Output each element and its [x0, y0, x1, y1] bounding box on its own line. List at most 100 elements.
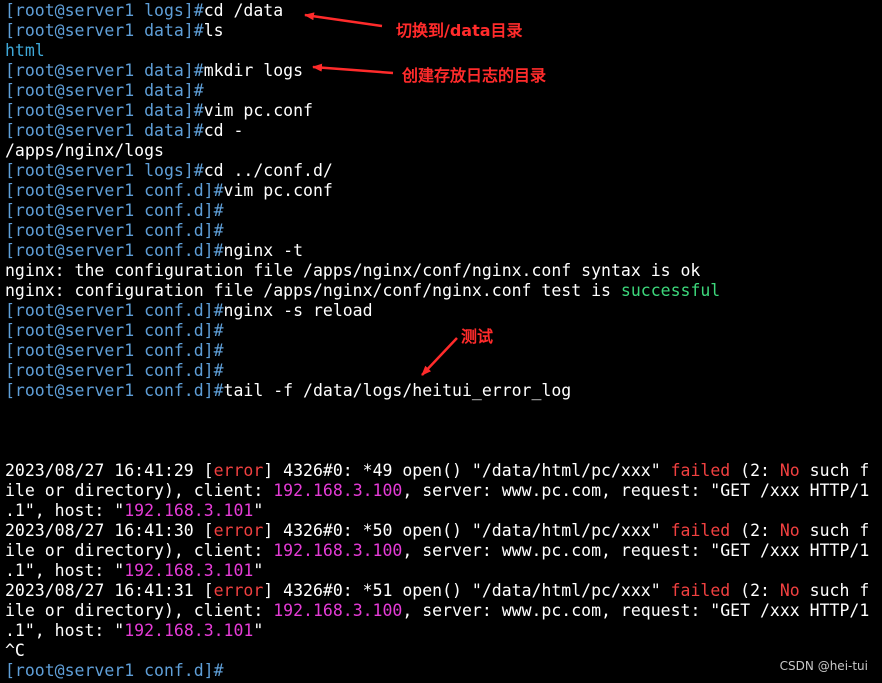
output-text: (2: — [730, 521, 780, 540]
output-text: " — [253, 561, 264, 580]
annotation-create-log-dir: 创建存放日志的目录 — [402, 66, 547, 85]
output-text: " — [253, 501, 264, 520]
shell-command: vim pc.conf — [203, 101, 313, 120]
output-text: failed — [670, 461, 731, 480]
shell-prompt: [root@server1 conf.d]# — [5, 661, 224, 680]
shell-command: cd - — [203, 121, 244, 140]
output-text: html — [5, 41, 45, 60]
terminal-line: [root@server1 conf.d]#nginx -t — [5, 241, 882, 261]
terminal-line: [root@server1 conf.d]#vim pc.conf — [5, 181, 882, 201]
output-text: error — [213, 521, 264, 540]
output-text: such f — [799, 581, 870, 600]
terminal-output[interactable]: [root@server1 logs]#cd /data [root@server… — [5, 1, 882, 681]
csdn-watermark: CSDN @hei-tui — [779, 659, 868, 673]
terminal-line: [root@server1 conf.d]# — [5, 341, 882, 361]
output-text: failed — [670, 581, 731, 600]
shell-command: vim pc.conf — [223, 181, 333, 200]
shell-prompt: [root@server1 data]# — [5, 101, 204, 120]
output-text: ] 4326#0: *50 open() "/data/html/pc/xxx" — [263, 521, 671, 540]
output-text: .1", host: " — [5, 561, 125, 580]
output-text: /apps/nginx/logs — [5, 141, 164, 160]
output-text: nginx: configuration file /apps/nginx/co… — [5, 281, 621, 300]
shell-command: nginx -s reload — [223, 301, 373, 320]
shell-prompt: [root@server1 conf.d]# — [5, 221, 224, 240]
terminal-line: ^C — [5, 641, 882, 661]
output-text: ^C — [5, 641, 25, 660]
output-text: 2023/08/27 16:41:29 [ — [5, 461, 214, 480]
terminal-line: html — [5, 41, 882, 61]
shell-prompt: [root@server1 conf.d]# — [5, 381, 224, 400]
shell-command: ls — [203, 21, 224, 40]
terminal-line: [root@server1 data]#cd - — [5, 121, 882, 141]
output-text: 2023/08/27 16:41:30 [ — [5, 521, 214, 540]
annotation-switch-to-data: 切换到/data目录 — [396, 21, 523, 40]
output-text: , server: www.pc.com, request: "GET /xxx… — [402, 541, 870, 560]
terminal-line: .1", host: "192.168.3.101" — [5, 621, 882, 641]
output-text: ile or directory), client: — [5, 601, 274, 620]
output-text: No — [779, 521, 800, 540]
terminal-line: [root@server1 conf.d]# — [5, 321, 882, 341]
terminal-line: 2023/08/27 16:41:29 [error] 4326#0: *49 … — [5, 461, 882, 481]
output-text: ile or directory), client: — [5, 481, 274, 500]
terminal-line: .1", host: "192.168.3.101" — [5, 501, 882, 521]
shell-prompt: [root@server1 data]# — [5, 121, 204, 140]
annotation-test: 测试 — [461, 327, 494, 346]
terminal-line: [root@server1 conf.d]#nginx -s reload — [5, 301, 882, 321]
shell-prompt: [root@server1 conf.d]# — [5, 181, 224, 200]
terminal-line: .1", host: "192.168.3.101" — [5, 561, 882, 581]
terminal-line: [root@server1 conf.d]# — [5, 221, 882, 241]
shell-prompt: [root@server1 conf.d]# — [5, 201, 224, 220]
terminal-line: [root@server1 conf.d]# — [5, 661, 882, 681]
terminal-line: ile or directory), client: 192.168.3.100… — [5, 481, 882, 501]
output-text: (2: — [730, 581, 780, 600]
output-text: 2023/08/27 16:41:31 [ — [5, 581, 214, 600]
terminal-line: 2023/08/27 16:41:30 [error] 4326#0: *50 … — [5, 521, 882, 541]
output-text: 192.168.3.100 — [273, 481, 403, 500]
shell-command: cd /data — [203, 1, 284, 20]
terminal-line: /apps/nginx/logs — [5, 141, 882, 161]
terminal-line: ile or directory), client: 192.168.3.100… — [5, 541, 882, 561]
shell-command: cd ../conf.d/ — [203, 161, 333, 180]
output-text: " — [253, 621, 264, 640]
output-text: , server: www.pc.com, request: "GET /xxx… — [402, 481, 870, 500]
output-text: .1", host: " — [5, 621, 125, 640]
shell-prompt: [root@server1 data]# — [5, 81, 204, 100]
output-text: ile or directory), client: — [5, 541, 274, 560]
output-text: failed — [670, 521, 731, 540]
shell-prompt: [root@server1 conf.d]# — [5, 241, 224, 260]
output-text: error — [213, 461, 264, 480]
output-text: nginx: the configuration file /apps/ngin… — [5, 261, 701, 280]
output-text: ] 4326#0: *51 open() "/data/html/pc/xxx" — [263, 581, 671, 600]
shell-command: mkdir logs — [203, 61, 304, 80]
output-text: .1", host: " — [5, 501, 125, 520]
shell-command: tail -f /data/logs/heitui_error_log — [223, 381, 572, 400]
output-text: such f — [799, 521, 870, 540]
output-text: 192.168.3.101 — [124, 621, 254, 640]
shell-prompt: [root@server1 logs]# — [5, 1, 204, 20]
output-text: 192.168.3.100 — [273, 601, 403, 620]
shell-prompt: [root@server1 conf.d]# — [5, 321, 224, 340]
terminal-line: [root@server1 conf.d]#tail -f /data/logs… — [5, 381, 882, 401]
shell-prompt: [root@server1 conf.d]# — [5, 341, 224, 360]
output-text: 192.168.3.101 — [124, 561, 254, 580]
output-text: No — [779, 581, 800, 600]
terminal-line: nginx: the configuration file /apps/ngin… — [5, 261, 882, 281]
output-text: such f — [799, 461, 870, 480]
terminal-line: ile or directory), client: 192.168.3.100… — [5, 601, 882, 621]
output-text: , server: www.pc.com, request: "GET /xxx… — [402, 601, 870, 620]
output-text: (2: — [730, 461, 780, 480]
terminal-line: [root@server1 data]#vim pc.conf — [5, 101, 882, 121]
shell-prompt: [root@server1 data]# — [5, 21, 204, 40]
output-text: 192.168.3.100 — [273, 541, 403, 560]
shell-prompt: [root@server1 data]# — [5, 61, 204, 80]
output-text: error — [213, 581, 264, 600]
output-text: 192.168.3.101 — [124, 501, 254, 520]
shell-prompt: [root@server1 conf.d]# — [5, 301, 224, 320]
shell-prompt: [root@server1 logs]# — [5, 161, 204, 180]
output-text: ] 4326#0: *49 open() "/data/html/pc/xxx" — [263, 461, 671, 480]
output-text: No — [779, 461, 800, 480]
terminal-line: [root@server1 conf.d]# — [5, 361, 882, 381]
